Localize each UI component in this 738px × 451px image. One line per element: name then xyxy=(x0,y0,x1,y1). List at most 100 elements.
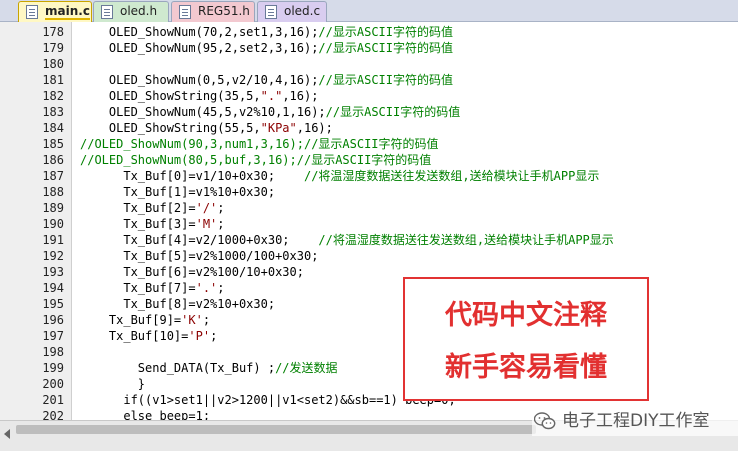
code-comment: //发送数据 xyxy=(275,361,338,375)
line-number: 184 xyxy=(42,121,64,135)
line-text: Tx_Buf[6]=v2%100/10+0x30; xyxy=(80,264,304,280)
scrollbar-thumb[interactable] xyxy=(16,425,536,434)
file-icon xyxy=(265,5,277,19)
line-text: Tx_Buf[3]='M'; xyxy=(80,216,225,232)
line-text: Tx_Buf[2]='/'; xyxy=(80,200,225,216)
code-token: OLED_ShowNum(45,5,v2%10,1,16); xyxy=(80,105,326,119)
code-comment: //显示ASCII字符的码值 xyxy=(318,25,453,39)
code-line[interactable]: 192 Tx_Buf[5]=v2%1000/100+0x30; xyxy=(0,248,738,264)
file-icon xyxy=(26,5,38,19)
tab-oled-c[interactable]: oled.c xyxy=(257,1,327,22)
code-token: Tx_Buf[6]=v2%100/10+0x30; xyxy=(80,265,304,279)
tab-label: oled.c xyxy=(284,4,321,18)
tab-label: oled.h xyxy=(120,4,158,18)
code-string: "." xyxy=(260,89,283,103)
line-text: } xyxy=(80,376,145,392)
code-token: ; xyxy=(217,201,225,215)
code-line[interactable]: 184 OLED_ShowString(55,5,"KPa",16); xyxy=(0,120,738,136)
line-number: 193 xyxy=(42,265,64,279)
line-text: Tx_Buf[7]='.'; xyxy=(80,280,225,296)
line-text: Tx_Buf[9]='K'; xyxy=(80,312,210,328)
code-string: 'P' xyxy=(188,329,211,343)
code-line[interactable]: 191 Tx_Buf[4]=v2/1000+0x30; //将温湿度数据送往发送… xyxy=(0,232,738,248)
line-number: 202 xyxy=(42,409,64,420)
line-number: 191 xyxy=(42,233,64,247)
annotation-box: 代码中文注释 新手容易看懂 xyxy=(403,277,649,401)
code-token: OLED_ShowString(55,5, xyxy=(80,121,261,135)
code-token: ; xyxy=(217,217,225,231)
line-number: 199 xyxy=(42,361,64,375)
tab-oled-h[interactable]: oled.h xyxy=(93,1,169,22)
line-text: OLED_ShowNum(0,5,v2/10,4,16);//显示ASCII字符… xyxy=(80,72,453,88)
tab-label: main.c xyxy=(45,4,90,20)
code-token: OLED_ShowNum(95,2,set2,3,16); xyxy=(80,41,319,55)
annotation-line-1: 代码中文注释 xyxy=(445,300,607,331)
code-line[interactable]: 185 //OLED_ShowNum(90,3,num1,3,16);//显示AS… xyxy=(0,136,738,152)
line-number: 182 xyxy=(42,89,64,103)
line-text: OLED_ShowNum(95,2,set2,3,16);//显示ASCII字符… xyxy=(80,40,453,56)
code-line[interactable]: 182 OLED_ShowString(35,5,".",16); xyxy=(0,88,738,104)
code-editor[interactable]: 178 OLED_ShowNum(70,2,set1,3,16);//显示ASC… xyxy=(0,22,738,420)
line-text: Tx_Buf[0]=v1/10+0x30; //将温湿度数据送往发送数组,送给模… xyxy=(80,168,599,184)
code-comment: //OLED_ShowNum(90,3,num1,3,16);//显示ASCII… xyxy=(80,137,439,151)
line-number: 178 xyxy=(42,25,64,39)
scroll-left-arrow-icon[interactable] xyxy=(4,429,10,439)
code-token: ,16); xyxy=(282,89,319,103)
line-number: 179 xyxy=(42,41,64,55)
line-text: Send_DATA(Tx_Buf) ;//发送数据 xyxy=(80,360,338,376)
line-number: 198 xyxy=(42,345,64,359)
code-string: 'M' xyxy=(195,217,218,231)
tab-label: REG51.h xyxy=(198,4,250,18)
tab-reg51-h[interactable]: REG51.h xyxy=(171,1,255,22)
code-token: Tx_Buf[0]=v1/10+0x30; xyxy=(80,169,304,183)
line-number: 186 xyxy=(42,153,64,167)
code-comment: //显示ASCII字符的码值 xyxy=(318,73,453,87)
code-line[interactable]: 180 xyxy=(0,56,738,72)
code-token: OLED_ShowNum(70,2,set1,3,16); xyxy=(80,25,319,39)
tab-main-c[interactable]: main.c xyxy=(18,1,92,22)
code-line[interactable]: 187 Tx_Buf[0]=v1/10+0x30; //将温湿度数据送往发送数组… xyxy=(0,168,738,184)
wechat-icon xyxy=(534,412,556,430)
code-token: OLED_ShowString(35,5, xyxy=(80,89,261,103)
code-string: '.' xyxy=(195,281,218,295)
code-token: } xyxy=(80,377,146,391)
code-token: Tx_Buf[9]= xyxy=(80,313,182,327)
code-line[interactable]: 189 Tx_Buf[2]='/'; xyxy=(0,200,738,216)
line-number: 201 xyxy=(42,393,64,407)
code-token: Tx_Buf[4]=v2/1000+0x30; xyxy=(80,233,319,247)
code-line[interactable]: 190 Tx_Buf[3]='M'; xyxy=(0,216,738,232)
line-text: Tx_Buf[1]=v1%10+0x30; xyxy=(80,184,275,200)
line-text: //OLED_ShowNum(80,5,buf,3,16);//显示ASCII字… xyxy=(80,152,431,168)
line-number: 192 xyxy=(42,249,64,263)
code-line[interactable]: 179 OLED_ShowNum(95,2,set2,3,16);//显示ASC… xyxy=(0,40,738,56)
line-text: Tx_Buf[10]='P'; xyxy=(80,328,217,344)
code-token: Tx_Buf[8]=v2%10+0x30; xyxy=(80,297,276,311)
code-comment: //显示ASCII字符的码值 xyxy=(325,105,461,119)
line-text: //OLED_ShowNum(90,3,num1,3,16);//显示ASCII… xyxy=(80,136,439,152)
code-token: Send_DATA(Tx_Buf) ; xyxy=(80,361,276,375)
code-token: else beep=1; xyxy=(80,409,211,420)
file-icon xyxy=(101,5,113,19)
line-number: 181 xyxy=(42,73,64,87)
file-icon xyxy=(179,5,191,19)
line-text: Tx_Buf[8]=v2%10+0x30; xyxy=(80,296,275,312)
code-line[interactable]: 178 OLED_ShowNum(70,2,set1,3,16);//显示ASC… xyxy=(0,24,738,40)
code-string: "KPa" xyxy=(260,121,297,135)
line-number: 194 xyxy=(42,281,64,295)
code-line[interactable]: 183 OLED_ShowNum(45,5,v2%10,1,16);//显示AS… xyxy=(0,104,738,120)
watermark: 电子工程DIY工作室 xyxy=(532,408,738,436)
line-number: 180 xyxy=(42,57,64,71)
line-text: OLED_ShowNum(45,5,v2%10,1,16);//显示ASCII字… xyxy=(80,104,460,120)
code-line[interactable]: 186 //OLED_ShowNum(80,5,buf,3,16);//显示ASC… xyxy=(0,152,738,168)
code-token: ; xyxy=(217,281,225,295)
line-number: 189 xyxy=(42,201,64,215)
code-line[interactable]: 181 OLED_ShowNum(0,5,v2/10,4,16);//显示ASC… xyxy=(0,72,738,88)
code-comment: //显示ASCII字符的码值 xyxy=(318,41,453,55)
line-number: 188 xyxy=(42,185,64,199)
code-token: Tx_Buf[10]= xyxy=(80,329,189,343)
code-token: OLED_ShowNum(0,5,v2/10,4,16); xyxy=(80,73,319,87)
line-text: else beep=1; xyxy=(80,408,210,420)
line-number: 196 xyxy=(42,313,64,327)
code-comment: //将温湿度数据送往发送数组,送给模块让手机APP显示 xyxy=(318,233,614,247)
code-line[interactable]: 188 Tx_Buf[1]=v1%10+0x30; xyxy=(0,184,738,200)
